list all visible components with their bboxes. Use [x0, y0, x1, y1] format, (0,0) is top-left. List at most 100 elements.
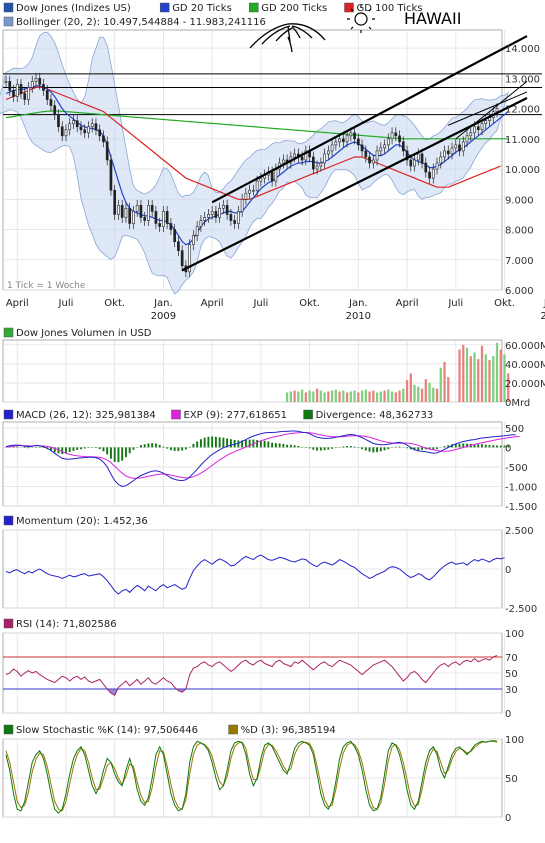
divergence-bar	[174, 447, 176, 451]
x-tick-label: April	[6, 298, 29, 309]
candle-body	[5, 81, 7, 82]
candle-body	[470, 133, 472, 136]
volume-bar	[353, 391, 355, 402]
legend-label: Slow Stochastic %K (14): 97,506446	[16, 725, 198, 736]
momentum-panel: 2.5000-2.500 Momentum (20): 1.452,36	[3, 516, 545, 615]
stochastic-y-axis: 100500	[505, 735, 524, 824]
divergence-bar	[211, 436, 213, 447]
volume-bar	[413, 385, 415, 402]
divergence-bar	[99, 447, 101, 449]
divergence-bar	[215, 437, 217, 448]
price-panel: 6.0007.0008.0009.00010.00011.00012.00013…	[0, 0, 545, 330]
divergence-bar	[500, 446, 502, 448]
candle-body	[125, 208, 127, 217]
candle-body	[436, 163, 438, 169]
divergence-bar	[380, 447, 382, 451]
candle-body	[481, 124, 483, 130]
divergence-bar	[69, 447, 71, 452]
candle-body	[140, 205, 142, 217]
volume-bar	[312, 392, 314, 402]
y-tick-label: 50	[505, 774, 518, 785]
candle-body	[372, 160, 374, 163]
y-tick-label: 20.000M	[505, 379, 545, 390]
candle-body	[204, 217, 206, 220]
candle-body	[91, 124, 93, 127]
volume-bar	[496, 343, 498, 402]
candle-body	[234, 220, 236, 223]
divergence-bar	[103, 447, 105, 451]
candle-body	[42, 84, 44, 90]
y-tick-label: 40.000M	[505, 360, 545, 371]
candle-body	[252, 190, 254, 191]
legend-label: EXP (9): 277,618651	[184, 410, 288, 421]
volume-bar	[458, 350, 460, 402]
divergence-bar	[28, 447, 30, 448]
divergence-bar	[129, 447, 131, 453]
divergence-bar	[39, 447, 41, 448]
volume-bar	[308, 391, 310, 402]
candle-body	[455, 145, 457, 148]
y-tick-label: 11.000	[505, 135, 540, 146]
dow-jones-chart: 6.0007.0008.0009.00010.00011.00012.00013…	[0, 0, 545, 839]
divergence-bar	[189, 447, 191, 448]
momentum-y-axis: 2.5000-2.500	[505, 526, 537, 615]
x-tick-label: Okt.	[104, 298, 125, 309]
divergence-bar	[73, 447, 75, 451]
y-tick-label: 30	[505, 685, 518, 696]
divergence-bar	[222, 438, 224, 448]
volume-bar	[391, 392, 393, 402]
divergence-bar	[162, 447, 164, 448]
divergence-bar	[346, 446, 348, 447]
candle-body	[196, 227, 198, 236]
volume-bar	[417, 387, 419, 402]
divergence-bar	[219, 437, 221, 447]
candle-body	[421, 154, 423, 163]
x-tick-year: 2009	[151, 311, 176, 322]
candle-body	[346, 136, 348, 142]
divergence-bar	[166, 447, 168, 448]
candle-body	[357, 139, 359, 145]
divergence-bar	[159, 445, 161, 448]
divergence-bar	[406, 447, 408, 448]
rsi-y-axis: 1007050300	[505, 629, 524, 720]
volume-bar	[466, 348, 468, 402]
volume-bar	[342, 391, 344, 402]
x-tick-year: 2010	[346, 311, 371, 322]
legend-label: Bollinger (20, 2): 10.497,544884 - 11.98…	[16, 17, 266, 28]
candle-body	[399, 136, 401, 142]
divergence-bar	[204, 438, 206, 448]
divergence-bar	[275, 443, 277, 447]
candle-body	[301, 157, 303, 160]
legend-swatch	[172, 410, 181, 419]
y-tick-label: 13.000	[505, 74, 540, 85]
divergence-bar	[95, 447, 97, 448]
candle-body	[99, 130, 101, 136]
annotation-text: HAWAII	[404, 9, 461, 28]
candle-body	[414, 160, 416, 166]
legend-label: GD 200 Ticks	[261, 3, 327, 14]
candle-body	[54, 106, 56, 115]
candle-body	[151, 205, 153, 211]
volume-bar	[301, 390, 303, 402]
divergence-bar	[459, 444, 461, 448]
volume-bar	[286, 392, 288, 402]
volume-bar	[372, 391, 374, 402]
x-tick-label: Okt.	[299, 298, 320, 309]
candle-body	[35, 78, 37, 81]
candle-body	[215, 211, 217, 217]
candle-body	[106, 142, 108, 160]
legend-swatch	[4, 3, 13, 12]
volume-bar	[395, 392, 397, 402]
divergence-bar	[84, 447, 86, 448]
candle-body	[312, 157, 314, 169]
candle-body	[425, 163, 427, 172]
legend-swatch	[4, 516, 13, 525]
divergence-bar	[421, 447, 423, 449]
legend-swatch	[249, 3, 258, 12]
volume-bar	[436, 389, 438, 402]
candle-body	[174, 230, 176, 242]
candle-body	[369, 157, 371, 163]
y-tick-label: 12.000	[505, 105, 540, 116]
candle-body	[462, 142, 464, 151]
candle-body	[84, 130, 86, 133]
